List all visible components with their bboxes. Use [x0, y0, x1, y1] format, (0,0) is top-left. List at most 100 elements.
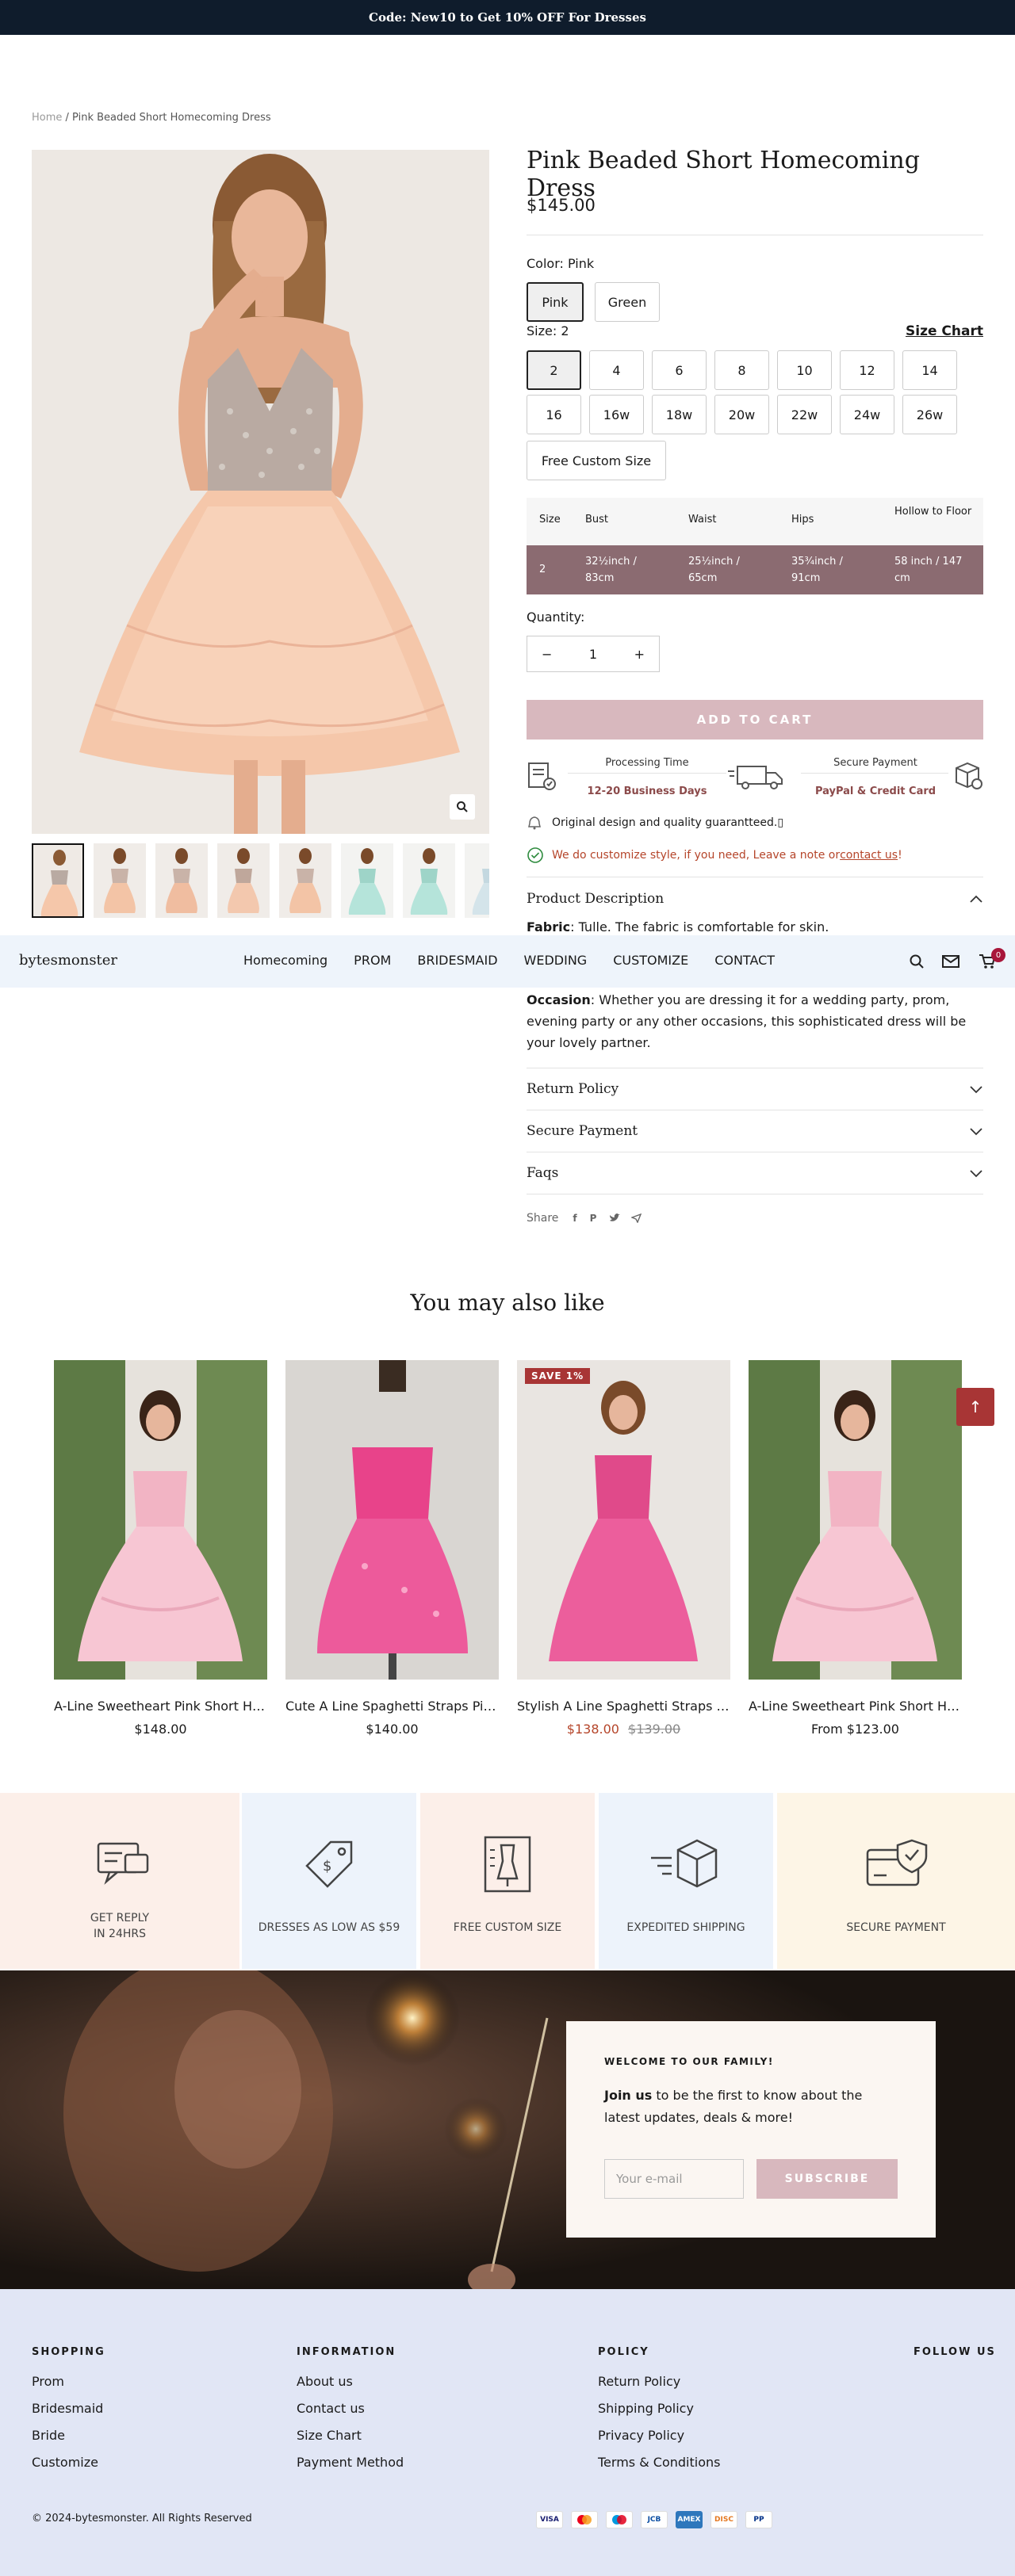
- product-card[interactable]: SAVE 1% Stylish A Line Spaghetti Straps …: [517, 1360, 730, 1737]
- price-value: $140.00: [366, 1722, 419, 1737]
- newsletter-text: Join us to be the first to know about th…: [604, 2085, 890, 2129]
- contact-us-link[interactable]: contact us: [840, 849, 898, 862]
- footer-link[interactable]: About us: [297, 2374, 353, 2389]
- product-card-name[interactable]: Cute A Line Spaghetti Straps Pink Homeco…: [285, 1699, 499, 1714]
- footer-link[interactable]: Size Chart: [297, 2428, 362, 2443]
- dress-model-illustration: [32, 150, 489, 834]
- product-card[interactable]: A-Line Sweetheart Pink Short Homecoming …: [54, 1360, 267, 1737]
- twitter-icon[interactable]: [609, 1213, 621, 1223]
- cart-count-badge: 0: [991, 948, 1005, 962]
- pinterest-icon[interactable]: P: [590, 1213, 597, 1224]
- product-card[interactable]: Cute A Line Spaghetti Straps Pink Homeco…: [285, 1360, 499, 1737]
- footer-heading-follow: FOLLOW US: [914, 2346, 996, 2358]
- product-card-image[interactable]: SAVE 1%: [517, 1360, 730, 1680]
- product-card-price: $140.00: [285, 1722, 499, 1737]
- paypal-icon: PP: [745, 2511, 772, 2528]
- size-option-22w[interactable]: 22w: [777, 395, 832, 434]
- size-option-16w[interactable]: 16w: [589, 395, 644, 434]
- quantity-value[interactable]: 1: [589, 647, 597, 662]
- size-option-26w[interactable]: 26w: [902, 395, 957, 434]
- shipping-info: Processing Time 12-20 Business Days Secu…: [527, 757, 983, 805]
- email-input[interactable]: Your e-mail: [604, 2159, 744, 2199]
- mail-icon[interactable]: [942, 954, 959, 969]
- nav-link-bridesmaid[interactable]: BRIDESMAID: [417, 953, 497, 968]
- nav-link-contact[interactable]: CONTACT: [714, 953, 775, 968]
- svg-text:$: $: [323, 1858, 331, 1875]
- nav-link-wedding[interactable]: WEDDING: [524, 953, 588, 968]
- product-card-image[interactable]: [749, 1360, 962, 1680]
- facebook-icon[interactable]: f: [573, 1213, 576, 1224]
- subscribe-button[interactable]: SUBSCRIBE: [756, 2159, 898, 2199]
- mastercard-logo: [577, 2515, 592, 2524]
- thumbnail-8[interactable]: [465, 843, 489, 918]
- site-logo[interactable]: bytesmonster: [19, 952, 117, 969]
- size-option-16[interactable]: 16: [527, 395, 581, 434]
- size-option-2[interactable]: 2: [527, 350, 581, 390]
- dress-form-icon: [484, 1836, 531, 1893]
- footer-link[interactable]: Payment Method: [297, 2455, 404, 2470]
- product-main-image[interactable]: [32, 150, 489, 834]
- size-option-10[interactable]: 10: [777, 350, 832, 390]
- truck-icon: [728, 766, 783, 789]
- product-card-name[interactable]: A-Line Sweetheart Pink Short Homecoming …: [749, 1699, 962, 1714]
- size-table-cell: 58 inch / 147 cm: [894, 556, 963, 584]
- footer-link[interactable]: Shipping Policy: [598, 2401, 694, 2416]
- footer-link[interactable]: Privacy Policy: [598, 2428, 684, 2443]
- plus-icon[interactable]: +: [634, 647, 645, 662]
- nav-link-customize[interactable]: CUSTOMIZE: [613, 953, 688, 968]
- newsletter-section: WELCOME TO OUR FAMILY! Join us to be the…: [0, 1970, 1015, 2289]
- size-option-4[interactable]: 4: [589, 350, 644, 390]
- size-option-12[interactable]: 12: [840, 350, 894, 390]
- feature-shipping: EXPEDITED SHIPPING: [599, 1793, 773, 1969]
- footer-link[interactable]: Bride: [32, 2428, 65, 2443]
- breadcrumb-home-link[interactable]: Home: [32, 112, 62, 124]
- footer-link[interactable]: Customize: [32, 2455, 98, 2470]
- minus-icon[interactable]: −: [542, 647, 552, 662]
- size-chart-link[interactable]: Size Chart: [906, 323, 983, 339]
- fabric-desc: : Tulle. The fabric is comfortable for s…: [570, 919, 829, 934]
- jcb-icon: JCB: [641, 2511, 668, 2528]
- product-card-name[interactable]: A-Line Sweetheart Pink Short Homecoming …: [54, 1699, 267, 1714]
- nav-link-homecoming[interactable]: Homecoming: [243, 953, 327, 968]
- add-to-cart-button[interactable]: ADD TO CART: [527, 700, 983, 740]
- zoom-button[interactable]: [450, 794, 475, 820]
- thumbnail-6[interactable]: [341, 843, 393, 918]
- color-option-pink[interactable]: Pink: [527, 282, 584, 322]
- back-to-top-button[interactable]: ↑: [956, 1388, 994, 1426]
- send-icon[interactable]: [631, 1213, 642, 1223]
- size-option-18w[interactable]: 18w: [652, 395, 707, 434]
- size-option-6[interactable]: 6: [652, 350, 707, 390]
- footer-link[interactable]: Prom: [32, 2374, 64, 2389]
- accordion-return-policy[interactable]: Return Policy: [527, 1068, 983, 1110]
- footer-link[interactable]: Return Policy: [598, 2374, 680, 2389]
- size-option-24w[interactable]: 24w: [840, 395, 894, 434]
- size-table-col-hips: Hips: [791, 514, 814, 526]
- thumbnail-3[interactable]: [155, 843, 208, 918]
- accordion-secure-payment[interactable]: Secure Payment: [527, 1110, 983, 1152]
- size-option-8[interactable]: 8: [714, 350, 769, 390]
- footer-link[interactable]: Contact us: [297, 2401, 365, 2416]
- main-nav: Homecoming PROM BRIDESMAID WEDDING CUSTO…: [243, 953, 801, 968]
- size-option-14[interactable]: 14: [902, 350, 957, 390]
- nav-link-prom[interactable]: PROM: [354, 953, 391, 968]
- size-option-custom[interactable]: Free Custom Size: [527, 441, 666, 480]
- accordion-product-description[interactable]: Product Description: [527, 877, 983, 919]
- product-card-name[interactable]: Stylish A Line Spaghetti Straps Pink Hom…: [517, 1699, 730, 1714]
- breadcrumb-current: Pink Beaded Short Homecoming Dress: [72, 112, 271, 124]
- thumbnail-2[interactable]: [94, 843, 146, 918]
- search-icon[interactable]: [909, 954, 925, 969]
- color-option-green[interactable]: Green: [595, 282, 660, 322]
- chat-icon: [97, 1842, 149, 1885]
- thumbnail-4[interactable]: [217, 843, 270, 918]
- feature-label: FREE CUSTOM SIZE: [453, 1921, 562, 1934]
- thumbnail-7[interactable]: [403, 843, 455, 918]
- size-option-20w[interactable]: 20w: [714, 395, 769, 434]
- accordion-faqs[interactable]: Faqs: [527, 1152, 983, 1194]
- footer-link[interactable]: Bridesmaid: [32, 2401, 103, 2416]
- thumbnail-1[interactable]: [32, 843, 84, 918]
- thumbnail-5[interactable]: [279, 843, 331, 918]
- footer-link[interactable]: Terms & Conditions: [598, 2455, 720, 2470]
- product-card-image[interactable]: [285, 1360, 499, 1680]
- product-card-image[interactable]: [54, 1360, 267, 1680]
- product-card[interactable]: A-Line Sweetheart Pink Short Homecoming …: [749, 1360, 962, 1737]
